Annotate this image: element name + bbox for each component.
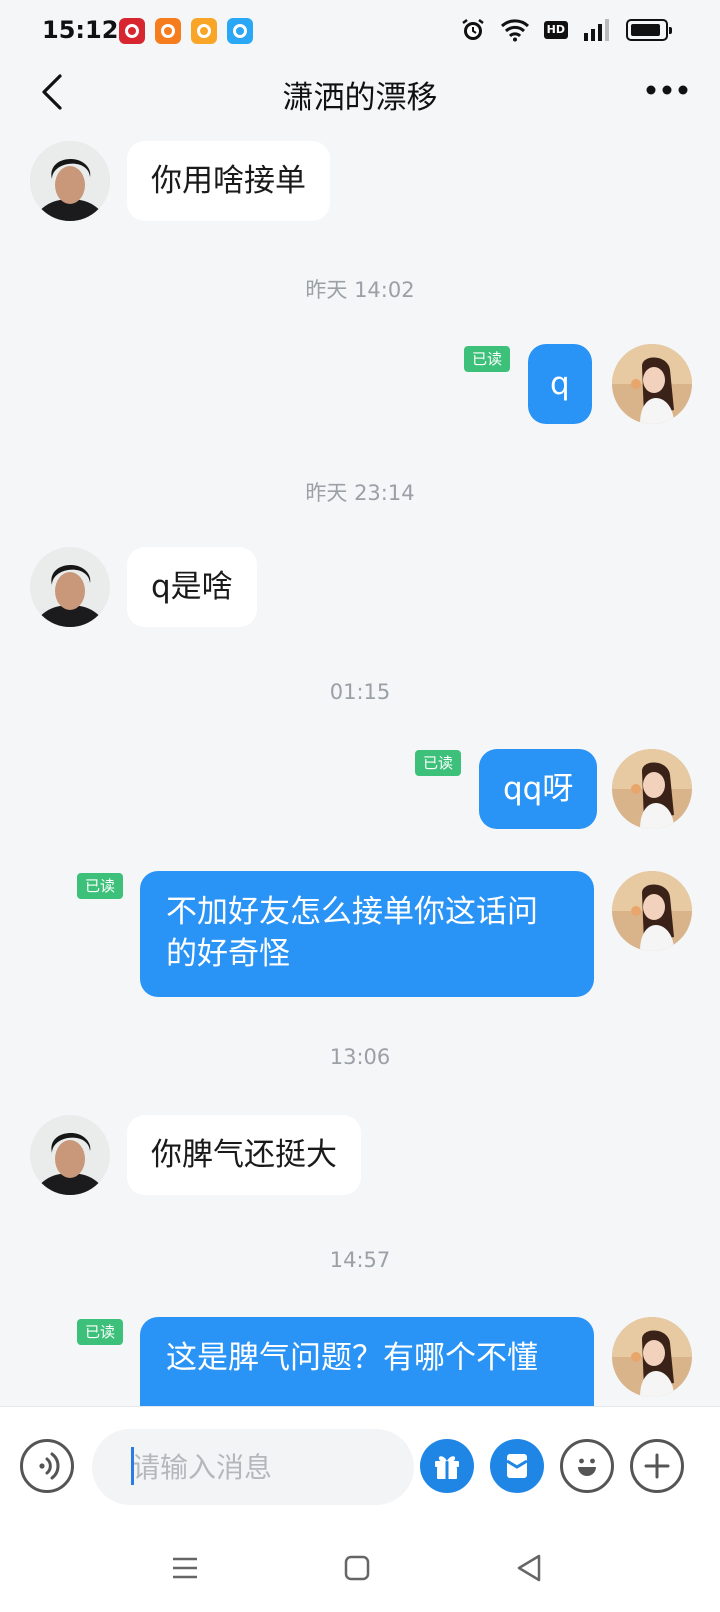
4g-signal-icon (582, 16, 612, 44)
message-timestamp: 昨天 14:02 (305, 278, 415, 302)
incoming-message-bubble[interactable]: 你用啥接单 (127, 141, 330, 221)
gift-icon (435, 1456, 459, 1479)
status-bar: 15:12 HD (0, 0, 720, 64)
my-avatar[interactable] (612, 1317, 692, 1397)
read-receipt-badge: 已读 (77, 873, 124, 899)
outgoing-message-bubble[interactable]: qq呀 (479, 749, 598, 829)
contact-avatar[interactable] (30, 547, 110, 627)
message-timestamp: 14:57 (329, 1248, 391, 1272)
message-timestamp: 01:15 (329, 680, 391, 704)
wifi-icon (500, 16, 530, 44)
incoming-message-bubble[interactable]: q是啥 (127, 547, 257, 627)
more-dots-icon (646, 85, 688, 95)
outgoing-message-bubble[interactable]: 这是脾气问题？有哪个不懂 (140, 1317, 594, 1406)
voice-button[interactable] (20, 1439, 74, 1493)
emoji-icon (578, 1458, 596, 1476)
red-packet-icon (506, 1454, 528, 1478)
read-receipt-badge: 已读 (415, 750, 462, 776)
my-avatar[interactable] (612, 749, 692, 829)
red-packet-button[interactable] (490, 1439, 544, 1493)
status-time: 15:12 (42, 16, 119, 44)
plus-icon (644, 1453, 670, 1479)
alarm-icon (460, 16, 486, 44)
home-nav-button[interactable] (337, 1548, 377, 1588)
my-avatar[interactable] (612, 871, 692, 951)
outgoing-message-bubble[interactable]: 不加好友怎么接单你这话问的好奇怪 (140, 871, 594, 997)
system-nav-bar (0, 1524, 720, 1612)
voice-icon (39, 1452, 60, 1480)
message-input-bar (0, 1406, 720, 1524)
message-input[interactable] (92, 1429, 414, 1505)
emoji-button[interactable] (560, 1439, 614, 1493)
menu-icon (173, 1557, 197, 1579)
battery-level (631, 24, 660, 36)
message-timestamp: 13:06 (329, 1045, 391, 1069)
home-icon (344, 1555, 370, 1581)
chat-screen: 15:12 HD 潇洒的漂移 你用啥接单 昨天 14:02 已读 q 昨天 23… (0, 0, 720, 1612)
text-caret (131, 1447, 134, 1485)
chat-app-icon (227, 18, 253, 44)
back-triangle-icon (517, 1554, 541, 1582)
battery-icon (626, 16, 672, 44)
video-app-icon (191, 18, 217, 44)
more-button[interactable] (644, 78, 690, 106)
read-receipt-badge: 已读 (464, 346, 511, 372)
message-timestamp: 昨天 23:14 (305, 481, 415, 505)
hd-badge: HD (543, 16, 568, 44)
plus-button[interactable] (630, 1439, 684, 1493)
chat-title: 潇洒的漂移 (282, 80, 438, 116)
message-list[interactable]: 你用啥接单 昨天 14:02 已读 q 昨天 23:14 q是啥 01:15 已… (0, 120, 720, 1406)
my-avatar[interactable] (612, 344, 692, 424)
chat-header: 潇洒的漂移 (0, 64, 720, 120)
bank-app-icon (119, 18, 145, 44)
menu-nav-button[interactable] (165, 1548, 205, 1588)
incoming-message-bubble[interactable]: 你脾气还挺大 (127, 1115, 361, 1195)
taobao-app-icon (155, 18, 181, 44)
read-receipt-badge: 已读 (77, 1319, 124, 1345)
outgoing-message-bubble[interactable]: q (528, 344, 592, 424)
gift-button[interactable] (420, 1439, 474, 1493)
contact-avatar[interactable] (30, 141, 110, 221)
system-icons: HD (460, 16, 672, 44)
contact-avatar[interactable] (30, 1115, 110, 1195)
back-nav-button[interactable] (509, 1548, 549, 1588)
notification-app-icons (119, 18, 253, 44)
